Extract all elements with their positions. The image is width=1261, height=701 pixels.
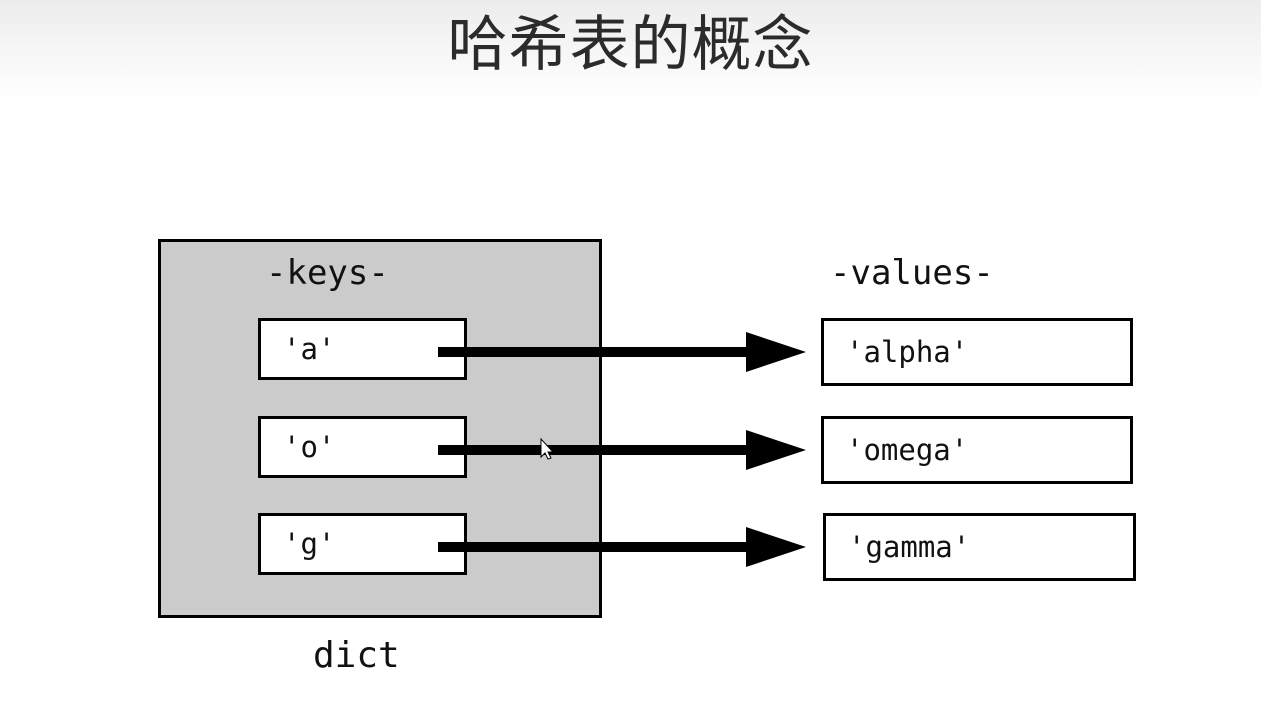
- key-box-g: 'g': [258, 513, 467, 575]
- keys-heading: -keys-: [266, 253, 389, 293]
- key-box-a: 'a': [258, 318, 467, 380]
- page-title: 哈希表的概念: [447, 10, 814, 80]
- value-box-alpha: 'alpha': [821, 318, 1133, 386]
- key-label: 'a': [283, 332, 336, 366]
- key-label: 'o': [283, 430, 336, 464]
- dict-label: dict: [313, 635, 400, 676]
- value-label: 'gamma': [848, 530, 971, 564]
- key-label: 'g': [283, 527, 336, 561]
- value-box-omega: 'omega': [821, 416, 1133, 484]
- value-label: 'omega': [846, 433, 969, 467]
- value-label: 'alpha': [846, 335, 969, 369]
- values-heading: -values-: [830, 253, 994, 293]
- value-box-gamma: 'gamma': [823, 513, 1136, 581]
- key-box-o: 'o': [258, 416, 467, 478]
- title-bar: 哈希表的概念: [0, 0, 1261, 100]
